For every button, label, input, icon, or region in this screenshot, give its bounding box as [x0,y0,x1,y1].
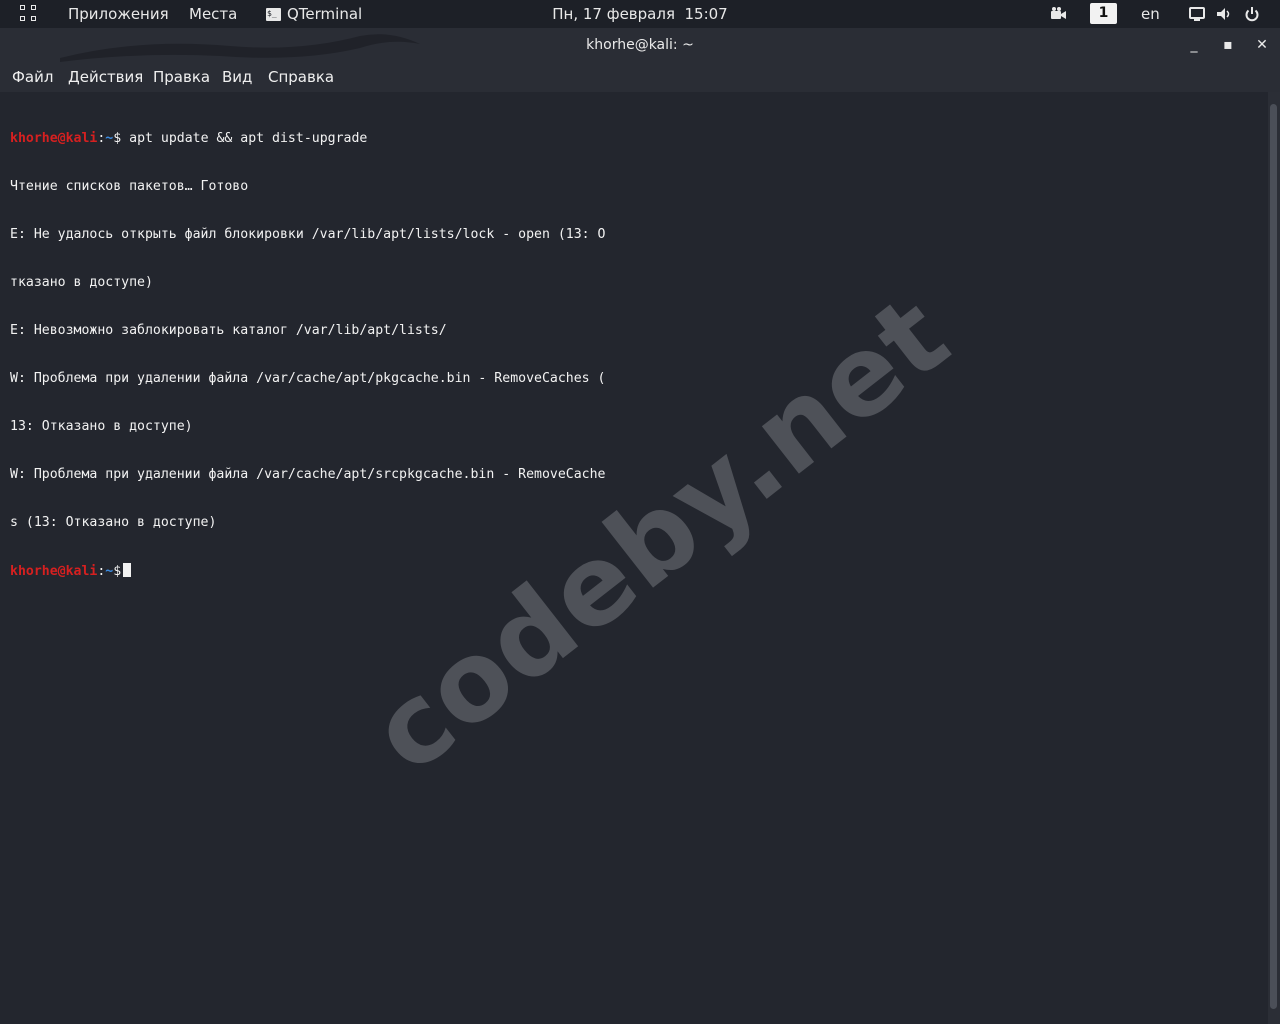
vertical-scrollbar[interactable] [1268,92,1280,1024]
menu-view[interactable]: Вид [220,62,254,92]
output-line: тказано в доступе) [10,275,153,290]
top-panel: Приложения Места $_ QTerminal Пн, 17 февр… [0,0,1280,28]
output-line: E: Невозможно заблокировать каталог /var… [10,323,447,338]
minimize-button[interactable]: _ [1180,28,1208,62]
power-icon[interactable] [1243,5,1261,23]
command-text: apt update && apt dist-upgrade [121,131,368,146]
maximize-button[interactable]: ▪ [1214,28,1242,62]
menu-actions[interactable]: Действия [66,62,145,92]
text-cursor [123,563,132,577]
clock[interactable]: Пн, 17 февраля 15:07 [0,0,1280,28]
terminal-output: khorhe@kali:~$ apt update && apt dist-up… [10,99,605,611]
menu-edit[interactable]: Правка [151,62,212,92]
close-button[interactable]: ✕ [1248,28,1276,62]
menubar: Файл Действия Правка Вид Справка [0,62,1280,92]
menu-help[interactable]: Справка [266,62,336,92]
workspace-indicator[interactable]: 1 [1090,3,1117,24]
output-line: W: Проблема при удалении файла /var/cach… [10,371,606,386]
scrollbar-thumb[interactable] [1270,104,1277,1009]
window-titlebar[interactable]: khorhe@kali: ~ _ ▪ ✕ [0,28,1280,62]
prompt-user-host: khorhe@kali [10,131,98,146]
screen-icon[interactable] [1188,5,1206,23]
output-line: W: Проблема при удалении файла /var/cach… [10,467,606,482]
output-line: Чтение списков пакетов… Готово [10,179,249,194]
output-line: 13: Отказано в доступе) [10,419,193,434]
window-title: khorhe@kali: ~ [586,37,694,53]
menu-file[interactable]: Файл [10,62,55,92]
output-line: s (13: Отказано в доступе) [10,515,217,530]
command-line: khorhe@kali:~$ apt update && apt dist-up… [10,131,605,147]
prompt-dollar: $ [113,131,122,146]
volume-icon[interactable] [1215,5,1233,23]
prompt-user-host: khorhe@kali [10,564,98,579]
keyboard-layout[interactable]: en [1141,0,1160,28]
output-line: E: Не удалось открыть файл блокировки /v… [10,227,606,242]
prompt-dollar: $ [113,564,122,579]
camera-icon[interactable] [1049,5,1067,23]
